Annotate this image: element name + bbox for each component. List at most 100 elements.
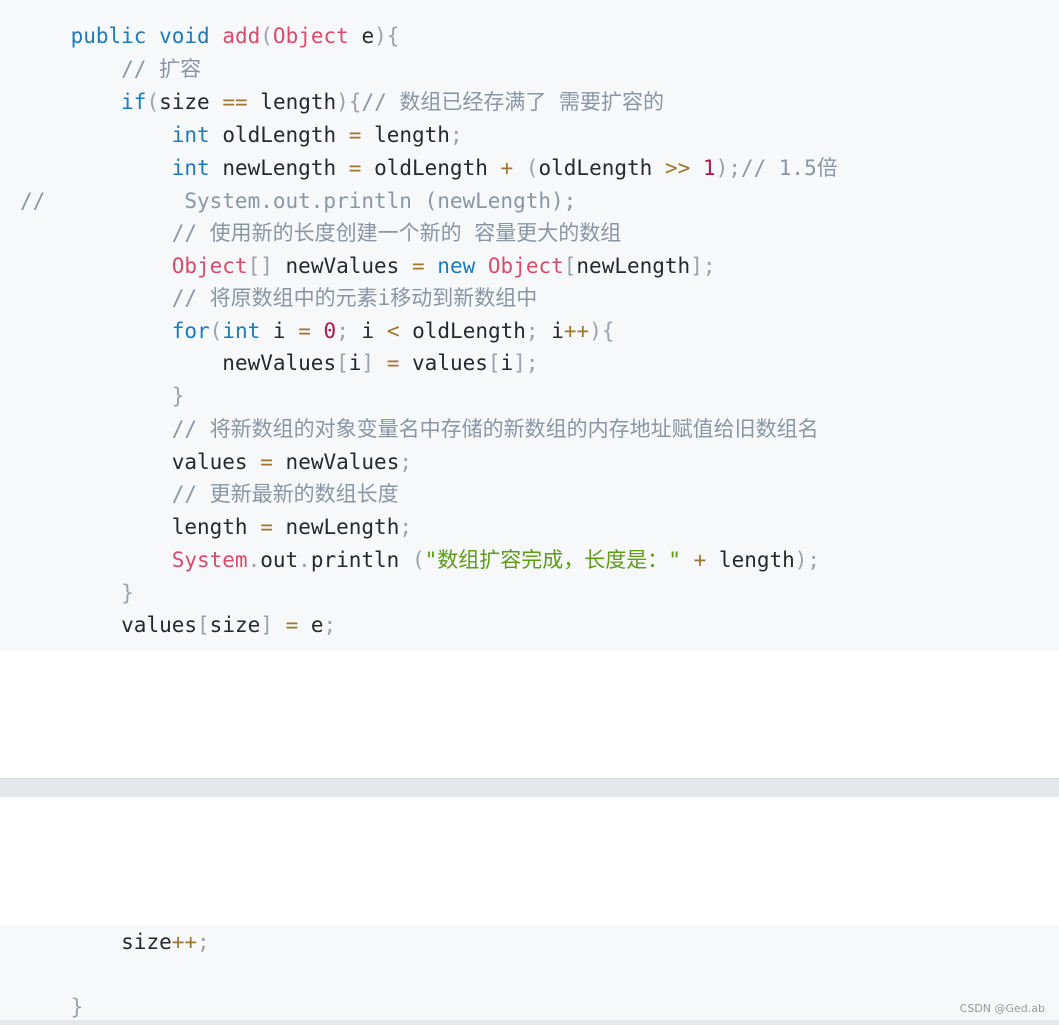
code-token: 0 [323,319,337,343]
code-token: println [310,548,400,572]
code-token: ; [197,930,210,954]
code-token: oldLength [412,319,526,343]
code-token: = [298,319,311,343]
code-token: < [386,319,400,343]
code-token: Object [171,254,248,278]
code-token: >> [664,156,691,180]
code-line-10: for(int i = 0; i < oldLength; i++){ [20,315,615,347]
code-token: int [222,319,261,343]
code-token: + [500,156,514,180]
code-comment: // System.out.println (newLength); [20,189,577,213]
code-line-bottom-2: } [20,991,84,1023]
code-token: + [693,548,707,572]
code-comment: // 使用新的长度创建一个新的 容量更大的数组 [171,221,622,245]
code-token: [ [487,351,501,375]
code-string: "数组扩容完成，长度是：" [424,548,681,572]
code-token: newValues [285,254,400,278]
code-line-bottom-1: size++; [20,926,210,958]
code-token: ){ [374,24,400,48]
code-token: size [121,930,172,954]
code-token: . [298,548,311,572]
code-token: oldLength [538,156,653,180]
code-token: = [260,515,273,539]
code-token: ++ [171,930,198,954]
code-token: values [412,351,488,375]
code-line-3: if(size == length){// 数组已经存满了 需要扩容的 [20,86,664,118]
code-line-4: int oldLength = length; [20,119,463,151]
code-line-13: // 将新数组的对象变量名中存储的新数组的内存地址赋值给旧数组名 [20,413,819,445]
code-line-17: System.out.println ("数组扩容完成，长度是：" + leng… [20,544,820,576]
code-token: ]; [690,254,716,278]
code-token: ( [525,156,539,180]
code-token: oldLength [374,156,488,180]
code-token: ; [323,613,337,637]
code-token: for [171,319,210,343]
code-comment: // 将原数组中的元素i移动到新数组中 [171,286,538,310]
code-token: i [500,351,514,375]
code-line-1: public void add(Object e){ [20,20,400,52]
code-token: ( [412,548,425,572]
code-token: 1 [702,156,716,180]
code-token: new [437,254,476,278]
code-token: e [361,24,375,48]
code-line-11: newValues[i] = values[i]; [20,347,539,379]
code-token: } [121,581,134,605]
code-token: i [272,319,286,343]
code-token: = [285,613,299,637]
code-token: ( [146,90,160,114]
code-token: newLength [576,254,691,278]
code-token: length [260,90,337,114]
code-token: e [310,613,324,637]
code-token: = [260,450,273,474]
code-token: newLength [222,156,337,180]
code-token: ] [361,351,375,375]
code-token: [] [247,254,273,278]
code-line-15: // 更新最新的数组长度 [20,478,399,510]
code-token: ( [260,24,273,48]
code-token: ++ [563,319,590,343]
code-token: length [718,548,795,572]
code-line-8: Object[] newValues = new Object[newLengt… [20,250,716,282]
code-token: ){ [589,319,615,343]
code-line-9: // 将原数组中的元素i移动到新数组中 [20,282,538,314]
code-comment: // 将新数组的对象变量名中存储的新数组的内存地址赋值给旧数组名 [171,417,819,441]
code-token: Object [487,254,564,278]
code-token: ); [715,156,741,180]
code-token: Object [272,24,349,48]
code-token: System [171,548,248,572]
code-token: ; [399,515,412,539]
code-token: ; [399,450,412,474]
code-token: ; [449,123,463,147]
code-token: i [348,351,362,375]
code-token: void [159,24,210,48]
code-comment: // 数组已经存满了 需要扩容的 [361,90,665,114]
code-token: i [361,319,375,343]
code-token: if [121,90,147,114]
code-token: ]; [513,351,539,375]
code-token: int [171,123,210,147]
code-token: length [374,123,450,147]
code-token: ; [336,319,349,343]
code-token: size [159,90,210,114]
code-token: } [70,995,84,1019]
code-token: . [247,548,261,572]
code-token: = [411,254,425,278]
code-line-2: // 扩容 [20,53,201,85]
watermark: CSDN @Ged.ab [959,1002,1045,1015]
code-token: [ [197,613,210,637]
code-comment: // 1.5倍 [740,156,838,180]
code-token: size [209,613,261,637]
code-line-7: // 使用新的长度创建一个新的 容量更大的数组 [20,217,622,249]
code-token: add [222,24,261,48]
code-token: out [260,548,299,572]
code-line-16: length = newLength; [20,511,412,543]
bottom-divider [0,1020,1059,1025]
code-token: [ [336,351,349,375]
code-token: int [171,156,210,180]
code-line-14: values = newValues; [20,446,412,478]
code-token: [ [563,254,577,278]
code-token: i [551,319,564,343]
code-token: newLength [285,515,400,539]
code-token: oldLength [222,123,337,147]
code-token: == [222,90,248,114]
